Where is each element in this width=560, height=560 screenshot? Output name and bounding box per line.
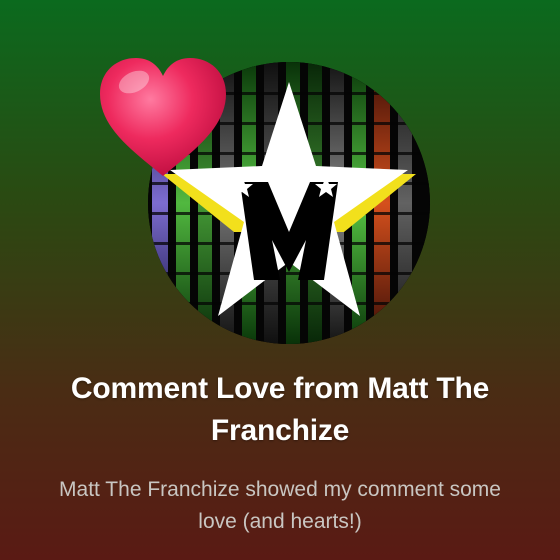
heart-icon [94,52,232,182]
card-title: Comment Love from Matt The Franchize [70,372,490,447]
card-subtitle: Matt The Franchize showed my comment som… [59,478,501,533]
comment-love-card: Comment Love from Matt The Franchize Mat… [0,0,560,560]
